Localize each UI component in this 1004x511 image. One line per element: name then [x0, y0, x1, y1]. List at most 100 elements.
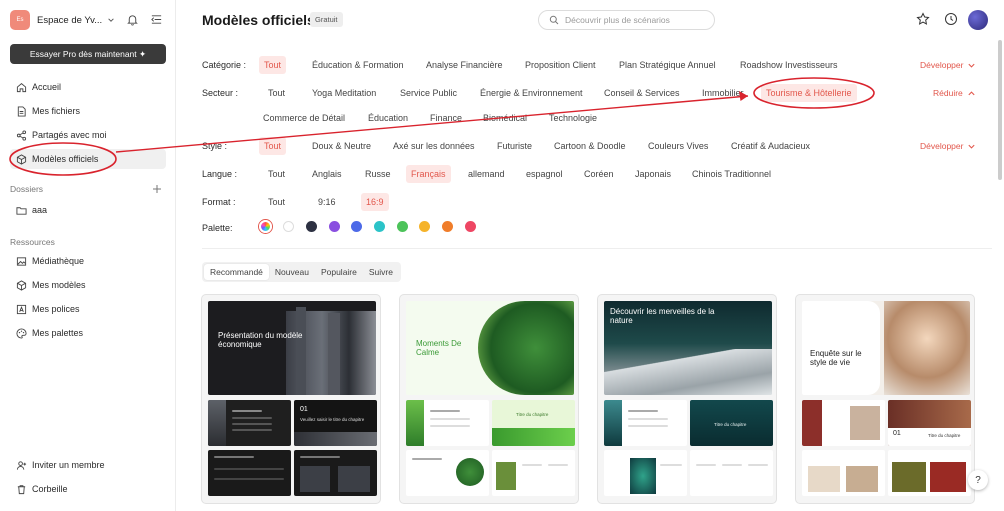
filter-chip-francais[interactable]: Français [406, 165, 451, 183]
palette-swatch-all[interactable] [259, 220, 272, 233]
palette-swatch-yellow[interactable] [419, 221, 430, 232]
filter-chip-plan-strategique[interactable]: Plan Stratégique Annuel [614, 56, 721, 74]
sidebar-item-label: Inviter un membre [32, 460, 105, 470]
sidebar-item-label: Médiathèque [32, 256, 85, 266]
filter-chip-technologie[interactable]: Technologie [544, 109, 602, 127]
cube-icon [16, 279, 27, 291]
filter-chip-9-16[interactable]: 9:16 [313, 193, 341, 211]
sidebar: Es Espace de Yv... Essayer Pro dès maint… [0, 0, 176, 511]
filter-chip-categorie-tout[interactable]: Tout [259, 56, 287, 74]
sidebar-item-label: Mes polices [32, 304, 80, 314]
filter-chip-russe[interactable]: Russe [360, 165, 396, 183]
sort-tabs: Recommandé Nouveau Populaire Suivre [202, 262, 401, 282]
template-card[interactable]: Enquête sur le style de vie 01 Titre du … [795, 294, 975, 504]
scrollbar-thumb[interactable] [998, 40, 1002, 180]
filter-chip-format-tout[interactable]: Tout [263, 193, 290, 211]
template-slide [406, 450, 489, 496]
sidebar-item-mediatheque[interactable]: Médiathèque [10, 251, 166, 271]
filter-chip-16-9[interactable]: 16:9 [361, 193, 389, 211]
sidebar-item-mes-modeles[interactable]: Mes modèles [10, 275, 166, 295]
help-button[interactable]: ? [968, 470, 988, 490]
card-title: Présentation du modèle économique [218, 331, 303, 349]
sidebar-item-mes-fichiers[interactable]: Mes fichiers [10, 101, 166, 121]
filter-chip-couleurs-vives[interactable]: Couleurs Vives [643, 137, 713, 155]
sidebar-item-accueil[interactable]: Accueil [10, 77, 166, 97]
sidebar-item-mes-polices[interactable]: Mes polices [10, 299, 166, 319]
search-box[interactable] [538, 10, 715, 30]
filter-chip-cartoon-doodle[interactable]: Cartoon & Doodle [549, 137, 631, 155]
tab-suivre[interactable]: Suivre [363, 264, 399, 280]
filter-chip-roadshow[interactable]: Roadshow Investisseurs [735, 56, 843, 74]
sidebar-item-mes-palettes[interactable]: Mes palettes [10, 323, 166, 343]
filter-chip-coreen[interactable]: Coréen [579, 165, 619, 183]
user-avatar[interactable] [968, 10, 988, 30]
filter-chip-analyse-financiere[interactable]: Analyse Financière [421, 56, 508, 74]
chapter-title: Titre du chapitre [928, 433, 961, 438]
filter-chip-energie-environnement[interactable]: Énergie & Environnement [475, 84, 588, 102]
sidebar-folder-aaa[interactable]: aaa [10, 200, 166, 220]
filter-label-format: Format : [202, 197, 236, 207]
template-slide [208, 400, 291, 446]
filter-chip-proposition-client[interactable]: Proposition Client [520, 56, 601, 74]
collapse-sidebar-icon[interactable] [150, 13, 163, 26]
filter-chip-commerce-detail[interactable]: Commerce de Détail [258, 109, 350, 127]
palette-swatch-green[interactable] [397, 221, 408, 232]
filter-label-langue: Langue : [202, 169, 238, 179]
tab-nouveau[interactable]: Nouveau [269, 264, 315, 280]
filter-chip-immobilier[interactable]: Immobilier [697, 84, 749, 102]
filter-chip-allemand[interactable]: allemand [463, 165, 510, 183]
expand-categorie-toggle[interactable]: Développer [920, 60, 976, 70]
expand-style-toggle[interactable]: Développer [920, 141, 976, 151]
palette-swatch-white[interactable] [283, 221, 294, 232]
palette-swatch-red[interactable] [465, 221, 476, 232]
filter-chip-futuriste[interactable]: Futuriste [492, 137, 537, 155]
filter-label-palette: Palette: [202, 223, 233, 233]
try-pro-button[interactable]: Essayer Pro dès maintenant ✦ [10, 44, 166, 64]
filter-chip-creatif-audacieux[interactable]: Créatif & Audacieux [726, 137, 815, 155]
filter-chip-education[interactable]: Éducation [363, 109, 413, 127]
filter-chip-finance[interactable]: Finance [425, 109, 467, 127]
sidebar-item-corbeille[interactable]: Corbeille [10, 479, 166, 499]
filter-chip-axe-donnees[interactable]: Axé sur les données [388, 137, 480, 155]
card-title: Moments De Calme [416, 339, 462, 357]
filter-chip-education-formation[interactable]: Éducation & Formation [307, 56, 409, 74]
sidebar-item-label: Accueil [32, 82, 62, 92]
add-folder-icon[interactable] [152, 184, 162, 194]
filter-chip-langue-tout[interactable]: Tout [263, 165, 290, 183]
filter-chip-espagnol[interactable]: espagnol [521, 165, 568, 183]
palette-swatch-blue[interactable] [351, 221, 362, 232]
workspace-switcher[interactable]: Es Espace de Yv... [10, 10, 170, 30]
filter-chip-conseil-services[interactable]: Conseil & Services [599, 84, 685, 102]
palette-swatch-dark[interactable] [306, 221, 317, 232]
palette-swatch-cyan[interactable] [374, 221, 385, 232]
template-card[interactable]: Moments De Calme Titre du chapitre [399, 294, 579, 504]
tab-populaire[interactable]: Populaire [315, 264, 363, 280]
collapse-secteur-toggle[interactable]: Réduire [933, 88, 976, 98]
filter-chip-biomedical[interactable]: Biomédical [478, 109, 532, 127]
sidebar-item-partages[interactable]: Partagés avec moi [10, 125, 166, 145]
filter-chip-chinois-traditionnel[interactable]: Chinois Traditionnel [687, 165, 776, 183]
page-title: Modèles officiels [202, 12, 315, 28]
sidebar-item-modeles-officiels[interactable]: Modèles officiels [10, 149, 166, 169]
filter-chip-style-tout[interactable]: Tout [259, 137, 287, 155]
filter-chip-service-public[interactable]: Service Public [395, 84, 462, 102]
history-icon[interactable] [944, 12, 958, 26]
filter-chip-yoga-meditation[interactable]: Yoga Meditation [307, 84, 381, 102]
woman-photo [884, 301, 970, 395]
palette-swatch-purple[interactable] [329, 221, 340, 232]
filter-chip-anglais[interactable]: Anglais [307, 165, 347, 183]
template-card[interactable]: Présentation du modèle économique 01 Veu… [201, 294, 381, 504]
search-icon [549, 15, 559, 25]
filter-chip-japonais[interactable]: Japonais [630, 165, 676, 183]
bell-icon[interactable] [126, 13, 139, 26]
filter-chip-secteur-tout[interactable]: Tout [263, 84, 290, 102]
filter-chip-tourisme-hotellerie[interactable]: Tourisme & Hôtellerie [761, 84, 857, 102]
palette-swatch-orange[interactable] [442, 221, 453, 232]
template-card[interactable]: Découvrir les merveilles de la nature Ti… [597, 294, 777, 504]
invite-member-button[interactable]: Inviter un membre [10, 455, 166, 475]
star-icon[interactable] [916, 12, 930, 26]
search-input[interactable] [565, 15, 705, 25]
tab-recommande[interactable]: Recommandé [204, 264, 269, 280]
filter-chip-doux-neutre[interactable]: Doux & Neutre [307, 137, 376, 155]
sidebar-item-label: Mes modèles [32, 280, 86, 290]
